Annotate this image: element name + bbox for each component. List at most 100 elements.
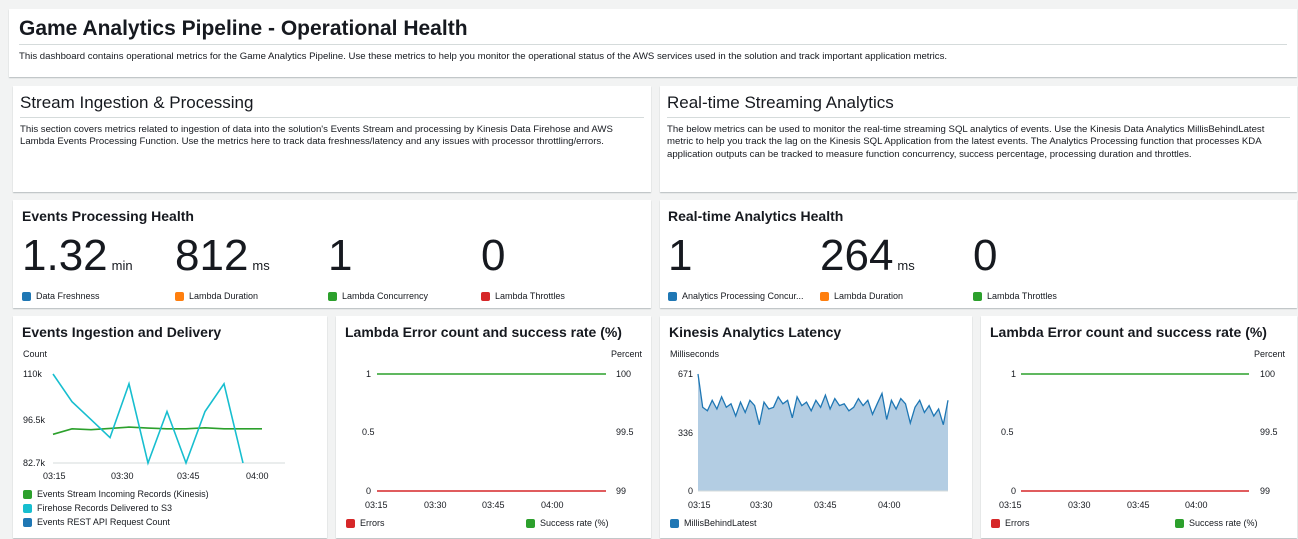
legend-rest-api-count[interactable]: Events REST API Request Count <box>23 517 170 527</box>
legend-errors[interactable]: Errors <box>991 518 1030 528</box>
legend-label: Lambda Duration <box>189 291 259 301</box>
kinesis-latency-chart-widget: Kinesis Analytics Latency Milliseconds 6… <box>660 316 972 538</box>
legend-swatch <box>22 291 31 301</box>
y-tick-label-right: 99 <box>616 486 626 496</box>
legend-success-rate[interactable]: Success rate (%) <box>1175 518 1258 528</box>
kinesis-latency-chart: Milliseconds 671 336 0 03:15 03:30 03:45… <box>670 349 949 510</box>
legend-analytics-concurrency[interactable]: Analytics Processing Concur... <box>668 291 804 301</box>
y-tick-label: 0.5 <box>1001 427 1014 437</box>
y-tick-label: 110k <box>23 369 42 379</box>
section-divider <box>667 117 1290 118</box>
x-tick-label: 03:45 <box>482 500 505 510</box>
metric-number: 264 <box>820 231 894 280</box>
metric-unit: min <box>111 258 133 273</box>
legend-swatch <box>481 291 490 301</box>
legend-firehose-records[interactable]: Firehose Records Delivered to S3 <box>23 503 172 513</box>
y-tick-label-right: 99.5 <box>1260 427 1278 437</box>
legend-lambda-concurrency[interactable]: Lambda Concurrency <box>328 291 428 301</box>
lambda-error-chart: Percent 1 0.5 0 100 99.5 99 03:15 03:30 … <box>999 349 1286 510</box>
series-line-1 <box>52 373 244 466</box>
y-axis-label: Milliseconds <box>670 349 720 359</box>
analytics-duration-value: 264 ms <box>820 234 915 288</box>
legend-label: Lambda Throttles <box>495 291 565 301</box>
stream-section-panel: Stream Ingestion & Processing This secti… <box>13 86 651 192</box>
legend-label: Success rate (%) <box>540 518 609 528</box>
legend-label: Lambda Duration <box>834 291 904 301</box>
x-tick-label: 03:30 <box>111 471 134 481</box>
legend-errors[interactable]: Errors <box>346 518 385 528</box>
metric-number: 812 <box>175 231 249 280</box>
legend-label: Firehose Records Delivered to S3 <box>37 503 173 513</box>
legend-swatch <box>670 518 679 528</box>
legend-lambda-duration[interactable]: Lambda Duration <box>175 291 258 301</box>
x-tick-label: 03:15 <box>999 500 1022 510</box>
legend-swatch <box>23 517 32 527</box>
lambda-duration-value: 812 ms <box>175 234 270 288</box>
legend-swatch <box>23 503 32 513</box>
metric-unit: ms <box>252 258 270 273</box>
x-tick-label: 03:45 <box>1127 500 1150 510</box>
legend-swatch <box>526 518 535 528</box>
analytics-health-widget: Real-time Analytics Health 1 264 ms 0 Ana… <box>660 200 1297 308</box>
x-tick-label: 03:30 <box>1068 500 1091 510</box>
legend-data-freshness[interactable]: Data Freshness <box>22 291 100 301</box>
y-tick-label: 0 <box>1011 486 1016 496</box>
y-tick-label: 82.7k <box>23 458 46 468</box>
y-axis-label: Count <box>23 349 48 359</box>
legend-swatch <box>668 291 677 301</box>
legend-kinesis-records[interactable]: Events Stream Incoming Records (Kinesis) <box>23 489 209 499</box>
stream-section-description: This section covers metrics related to i… <box>20 124 613 148</box>
lambda-error-chart: Percent 1 0.5 0 100 99.5 99 03:15 03:30 … <box>362 349 643 510</box>
legend-swatch <box>1175 518 1184 528</box>
x-tick-label: 04:00 <box>541 500 564 510</box>
legend-swatch <box>820 291 829 301</box>
x-tick-label: 03:45 <box>814 500 837 510</box>
legend-swatch <box>23 489 32 499</box>
y-axis-label-right: Percent <box>1254 349 1286 359</box>
y-tick-label: 0 <box>688 486 693 496</box>
x-tick-label: 04:00 <box>878 500 901 510</box>
lambda-concurrency-value: 1 <box>328 234 352 278</box>
legend-label: Events REST API Request Count <box>37 517 170 527</box>
y-axis-label-right: Percent <box>611 349 643 359</box>
y-tick-label-right: 100 <box>1260 369 1275 379</box>
metric-number: 0 <box>973 231 998 280</box>
realtime-section-description: The below metrics can be used to monitor… <box>667 124 1265 160</box>
legend-swatch <box>175 291 184 301</box>
metric-number: 1.32 <box>22 231 108 280</box>
legend-success-rate[interactable]: Success rate (%) <box>526 518 609 528</box>
y-tick-label-right: 99 <box>1260 486 1270 496</box>
legend-label: Analytics Processing Concur... <box>682 291 804 301</box>
legend-analytics-throttles[interactable]: Lambda Throttles <box>973 291 1057 301</box>
y-tick-label: 0.5 <box>362 427 375 437</box>
legend-label: Errors <box>1005 518 1030 528</box>
x-tick-label: 03:15 <box>43 471 66 481</box>
legend-label: Data Freshness <box>36 291 100 301</box>
metric-number: 1 <box>668 231 693 280</box>
legend-lambda-throttles[interactable]: Lambda Throttles <box>481 291 565 301</box>
y-tick-label: 0 <box>366 486 371 496</box>
data-freshness-value: 1.32 min <box>22 234 133 288</box>
legend-label: Errors <box>360 518 385 528</box>
x-tick-label: 04:00 <box>1185 500 1208 510</box>
metric-number: 1 <box>328 231 353 280</box>
legend-swatch <box>346 518 355 528</box>
analytics-concurrency-value: 1 <box>668 234 692 278</box>
series-line-0 <box>52 426 262 436</box>
legend-label: Success rate (%) <box>1189 518 1258 528</box>
legend-label: MillisBehindLatest <box>684 518 757 528</box>
x-tick-label: 03:15 <box>365 500 388 510</box>
legend-label: Lambda Throttles <box>987 291 1057 301</box>
y-tick-label: 1 <box>1011 369 1016 379</box>
stream-section-title: Stream Ingestion & Processing <box>20 93 254 112</box>
legend-analytics-duration[interactable]: Lambda Duration <box>820 291 903 301</box>
metric-number: 0 <box>481 231 506 280</box>
page-title: Game Analytics Pipeline - Operational He… <box>19 17 468 40</box>
realtime-section-title: Real-time Streaming Analytics <box>667 93 894 112</box>
legend-label: Lambda Concurrency <box>342 291 429 301</box>
events-health-widget: Events Processing Health 1.32 min 812 ms 1… <box>13 200 651 308</box>
lambda-error-chart-widget-1: Lambda Error count and success rate (%) … <box>336 316 651 538</box>
legend-millis-behind-latest[interactable]: MillisBehindLatest <box>670 518 757 528</box>
events-health-title: Events Processing Health <box>22 208 194 224</box>
y-tick-label-right: 100 <box>616 369 631 379</box>
